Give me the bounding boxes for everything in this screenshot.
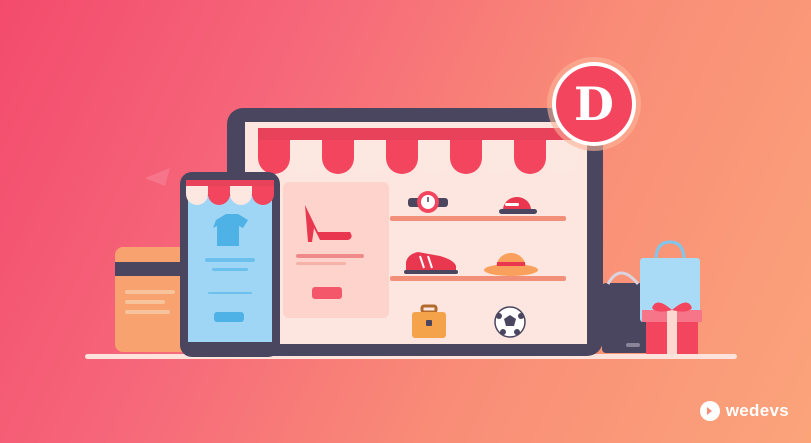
phone-icon	[180, 172, 280, 357]
online-store-illustration: D	[85, 57, 737, 359]
hero-illustration: D wedevs	[0, 0, 811, 443]
product-card	[283, 182, 389, 318]
brand-logo[interactable]: wedevs	[699, 401, 789, 421]
badge-letter: D	[574, 77, 614, 131]
soccer-ball-icon	[494, 306, 526, 338]
decorative-triangle	[145, 168, 170, 186]
brand-badge: D	[547, 57, 641, 151]
shelf-top	[390, 216, 566, 221]
wedevs-logo-icon	[699, 401, 720, 421]
gift-box-icon	[642, 302, 702, 354]
buy-button-shape	[312, 287, 342, 299]
credit-card-icon	[115, 247, 190, 352]
shelf-bottom	[390, 276, 566, 281]
brand-name: wedevs	[725, 401, 789, 420]
bag-handle-back	[606, 271, 640, 285]
